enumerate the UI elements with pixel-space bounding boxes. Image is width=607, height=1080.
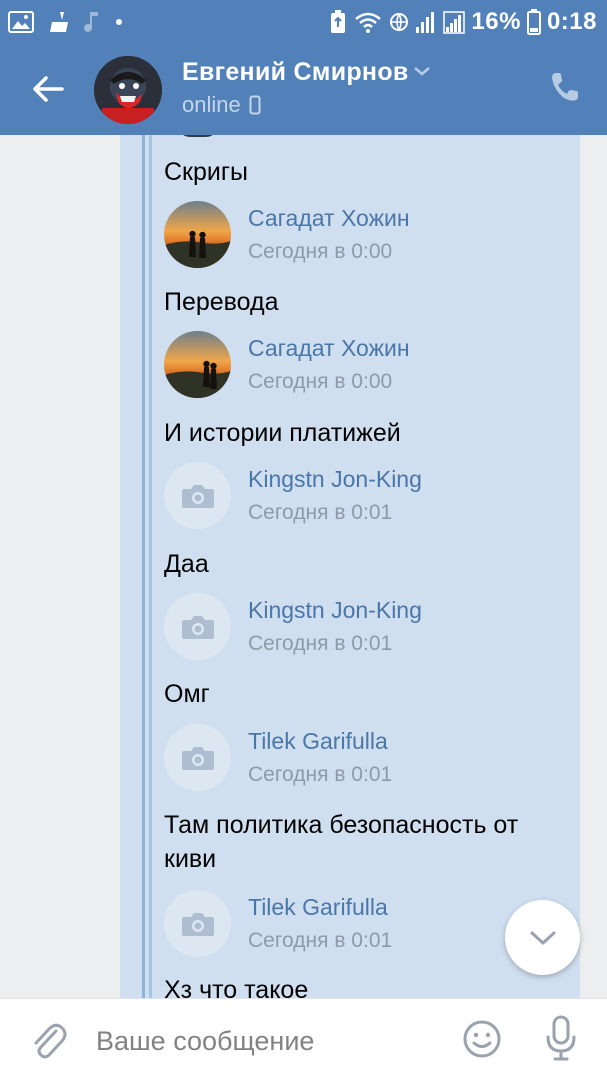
chevron-down-icon	[530, 931, 555, 944]
status-bar: 16% 0:18	[0, 0, 607, 44]
camera-icon	[181, 746, 214, 770]
author-time: Сегодня в 0:01	[248, 763, 393, 786]
emoji-button[interactable]	[462, 1019, 502, 1059]
call-button[interactable]	[548, 70, 588, 110]
author-name[interactable]: Сагадат Хожин	[248, 205, 410, 232]
avatar[interactable]	[94, 56, 162, 124]
chevron-down-icon[interactable]	[412, 64, 432, 83]
smiley-icon	[463, 1020, 501, 1058]
battery-icon	[526, 9, 541, 35]
battery-percent: 16%	[471, 8, 521, 35]
author-name[interactable]: Kingstn Jon-King	[248, 466, 422, 493]
mobile-icon	[249, 95, 261, 115]
message-input[interactable]	[96, 1019, 446, 1063]
forwarded-text: Скригы	[164, 158, 248, 186]
author-name[interactable]: Tilek Garifulla	[248, 894, 388, 921]
forwarded-author[interactable]: Сагадат Хожин Сегодня в 0:00	[164, 331, 544, 401]
forward-line	[149, 135, 152, 998]
author-time: Сегодня в 0:01	[248, 632, 393, 655]
forwarded-text: Даа	[164, 550, 209, 578]
author-time: Сегодня в 0:00	[248, 240, 393, 263]
author-avatar[interactable]	[164, 331, 231, 398]
author-name[interactable]: Tilek Garifulla	[248, 728, 388, 755]
cleaner-icon	[46, 10, 70, 34]
author-avatar[interactable]	[164, 593, 231, 660]
author-time: Сегодня в 0:01	[248, 501, 393, 524]
image-icon	[8, 11, 34, 33]
camera-icon	[181, 484, 214, 508]
author-avatar[interactable]	[164, 201, 231, 268]
camera-icon	[181, 912, 214, 936]
message-input-bar	[0, 998, 607, 1080]
recycle-icon	[329, 9, 347, 35]
contact-name[interactable]: Евгений Смирнов	[182, 58, 409, 87]
clock: 0:18	[546, 8, 597, 35]
dot-icon	[114, 17, 124, 27]
author-time: Сегодня в 0:00	[248, 370, 393, 393]
forwarded-author[interactable]: Tilek Garifulla Сегодня в 0:01	[164, 724, 544, 794]
scroll-down-button[interactable]	[505, 900, 580, 975]
paperclip-icon	[34, 1023, 67, 1059]
forwarded-author[interactable]: Kingstn Jon-King Сегодня в 0:01	[164, 593, 544, 663]
contact-status: online	[182, 92, 261, 118]
forwarded-text: Хз что такое	[164, 976, 309, 998]
mic-button[interactable]	[544, 1015, 578, 1063]
forwarded-text: Там политика безопасность от киви	[164, 811, 519, 873]
microphone-icon	[546, 1015, 576, 1061]
forward-line	[142, 135, 145, 998]
forwarded-text: Перевода	[164, 288, 279, 316]
chat-header: Евгений Смирнов online	[0, 44, 607, 135]
back-button[interactable]	[24, 64, 74, 114]
author-name[interactable]: Kingstn Jon-King	[248, 597, 422, 624]
camera-icon	[181, 615, 214, 639]
music-icon	[82, 10, 102, 34]
author-avatar[interactable]	[164, 890, 231, 957]
back-arrow-icon	[33, 76, 64, 102]
author-avatar[interactable]	[164, 462, 231, 529]
author-name[interactable]: Сагадат Хожин	[248, 335, 410, 362]
forwarded-text: И истории платижей	[164, 419, 401, 447]
forwarded-text: Омг	[164, 680, 210, 708]
wifi-icon	[353, 10, 383, 34]
chat-area[interactable]: Скригы Сагадат Хожин Сегодня в 0:00 Пере…	[0, 135, 607, 998]
vpn-icon	[389, 12, 409, 32]
attach-button[interactable]	[28, 1019, 68, 1063]
author-avatar[interactable]	[164, 724, 231, 791]
signal-icon	[415, 10, 437, 34]
phone-icon	[552, 73, 578, 101]
forwarded-author[interactable]: Tilek Garifulla Сегодня в 0:01	[164, 890, 544, 960]
forwarded-author[interactable]: Сагадат Хожин Сегодня в 0:00	[164, 201, 544, 271]
signal-icon	[443, 10, 466, 34]
online-label: online	[182, 92, 241, 117]
forwarded-author[interactable]: Kingstn Jon-King Сегодня в 0:01	[164, 462, 544, 532]
author-time: Сегодня в 0:01	[248, 929, 393, 952]
